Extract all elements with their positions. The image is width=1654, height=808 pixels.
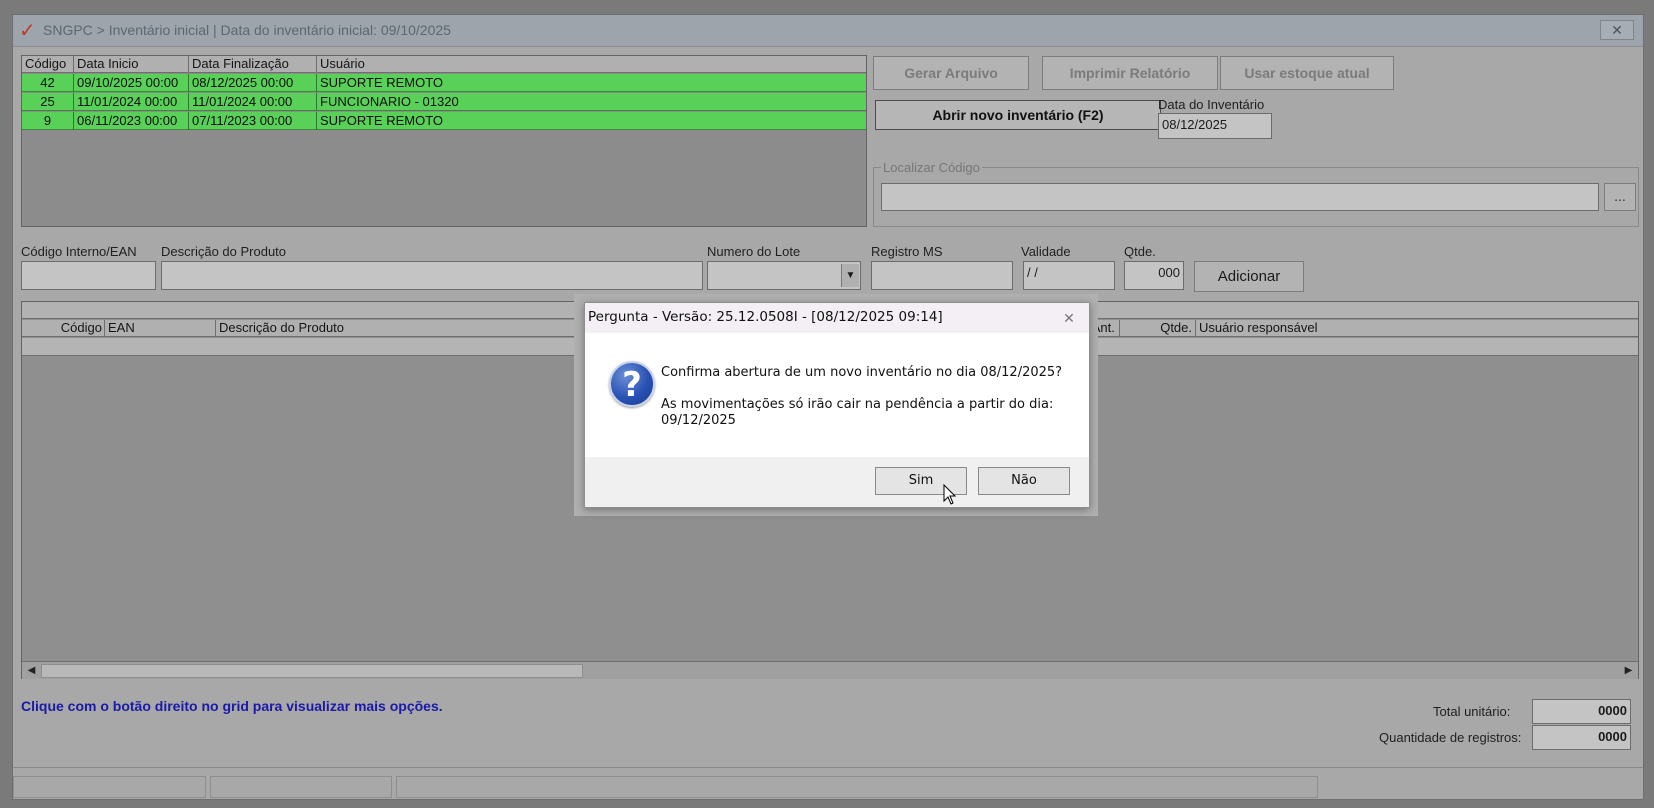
horizontal-scrollbar[interactable]: ◀ ▶ bbox=[22, 661, 1638, 679]
gerar-arquivo-button[interactable]: Gerar Arquivo bbox=[873, 56, 1029, 90]
status-panel bbox=[13, 776, 206, 798]
registro-ms-label: Registro MS bbox=[871, 244, 943, 259]
table-row[interactable]: 9 06/11/2023 00:00 07/11/2023 00:00 SUPO… bbox=[22, 112, 866, 130]
column-header-data-finalizacao[interactable]: Data Finalização bbox=[189, 56, 317, 73]
scroll-right-icon[interactable]: ▶ bbox=[1619, 662, 1638, 680]
localizar-browse-button[interactable]: ... bbox=[1604, 183, 1636, 211]
column-header-usuario-responsavel[interactable]: Usuário responsável bbox=[1196, 320, 1638, 337]
table-row[interactable]: 42 09/10/2025 00:00 08/12/2025 00:00 SUP… bbox=[22, 74, 866, 92]
table-row[interactable]: 25 11/01/2024 00:00 11/01/2024 00:00 FUN… bbox=[22, 93, 866, 111]
localizar-codigo-label: Localizar Código bbox=[881, 160, 982, 175]
question-icon: ? bbox=[609, 361, 655, 407]
confirm-dialog: Pergunta - Versão: 25.12.0508I - [08/12/… bbox=[584, 302, 1090, 508]
numero-lote-label: Numero do Lote bbox=[707, 244, 801, 259]
total-unitario-value: 0000 bbox=[1532, 699, 1631, 724]
data-inventario-field[interactable]: 08/12/2025 bbox=[1158, 113, 1272, 139]
title-bar: ✓ SNGPC > Inventário inicial | Data do i… bbox=[13, 15, 1643, 47]
validade-label: Validade bbox=[1021, 244, 1071, 259]
cell-data-inicio: 09/10/2025 00:00 bbox=[74, 74, 189, 92]
validade-input[interactable]: / / bbox=[1023, 261, 1115, 290]
localizar-codigo-input[interactable] bbox=[881, 183, 1599, 211]
dialog-close-icon[interactable]: ✕ bbox=[1058, 308, 1080, 328]
app-logo-icon: ✓ bbox=[19, 18, 36, 42]
dialog-message-line-3: 09/12/2025 bbox=[661, 413, 736, 428]
data-inventario-label: Data do Inventário bbox=[1158, 97, 1265, 112]
cell-usuario: SUPORTE REMOTO bbox=[320, 75, 444, 90]
dialog-footer: Sim Não bbox=[585, 457, 1089, 507]
quantidade-registros-label: Quantidade de registros: bbox=[1379, 730, 1522, 745]
inventory-grid[interactable]: Código Data Inicio Data Finalização Usuá… bbox=[21, 55, 867, 227]
total-unitario-label: Total unitário: bbox=[1433, 704, 1511, 719]
cell-data-finalizacao: 08/12/2025 00:00 bbox=[189, 74, 317, 92]
quantidade-registros-value: 0000 bbox=[1532, 725, 1631, 750]
inventory-grid-header: Código Data Inicio Data Finalização Usuá… bbox=[22, 56, 866, 73]
cell-data-finalizacao: 11/01/2024 00:00 bbox=[189, 93, 317, 111]
window-title: SNGPC > Inventário inicial | Data do inv… bbox=[43, 22, 451, 38]
qtde-label: Qtde. bbox=[1124, 244, 1156, 259]
chevron-down-icon[interactable]: ▼ bbox=[841, 264, 859, 287]
mouse-cursor-icon bbox=[943, 484, 957, 505]
adicionar-button[interactable]: Adicionar bbox=[1194, 261, 1304, 292]
column-header-codigo[interactable]: Código bbox=[22, 56, 74, 73]
registro-ms-input[interactable] bbox=[871, 261, 1013, 290]
dialog-title: Pergunta - Versão: 25.12.0508I - [08/12/… bbox=[588, 309, 943, 325]
status-bar bbox=[13, 767, 1643, 799]
column-header-usuario[interactable]: Usuário bbox=[317, 56, 866, 73]
grid-hint-text: Clique com o botão direito no grid para … bbox=[21, 698, 443, 714]
status-panel bbox=[396, 776, 1318, 798]
codigo-interno-label: Código Interno/EAN bbox=[21, 244, 137, 259]
descricao-produto-input[interactable] bbox=[161, 261, 703, 290]
column-header-ean[interactable]: EAN bbox=[105, 320, 216, 337]
usar-estoque-atual-button[interactable]: Usar estoque atual bbox=[1220, 56, 1394, 90]
cell-data-finalizacao: 07/11/2023 00:00 bbox=[189, 112, 317, 130]
cell-data-inicio: 11/01/2024 00:00 bbox=[74, 93, 189, 111]
cell-usuario: FUNCIONARIO - 01320 bbox=[320, 94, 459, 109]
scroll-left-icon[interactable]: ◀ bbox=[22, 662, 41, 680]
qtde-input[interactable]: 000 bbox=[1124, 261, 1184, 290]
column-header-codigo[interactable]: Código bbox=[22, 320, 105, 337]
scrollbar-thumb[interactable] bbox=[41, 664, 583, 678]
cell-usuario: SUPORTE REMOTO bbox=[320, 113, 444, 128]
dialog-title-bar: Pergunta - Versão: 25.12.0508I - [08/12/… bbox=[585, 303, 1089, 333]
dialog-message-line-1: Confirma abertura de um novo inventário … bbox=[661, 365, 1063, 380]
numero-lote-select[interactable]: ▼ bbox=[707, 261, 861, 290]
cell-data-inicio: 06/11/2023 00:00 bbox=[74, 112, 189, 130]
column-header-qtde[interactable]: Qtde. bbox=[1120, 320, 1196, 337]
abrir-novo-inventario-button[interactable]: Abrir novo inventário (F2) bbox=[875, 100, 1161, 130]
cell-codigo: 42 bbox=[22, 74, 74, 92]
nao-button[interactable]: Não bbox=[978, 467, 1070, 495]
imprimir-relatorio-button[interactable]: Imprimir Relatório bbox=[1042, 56, 1218, 90]
codigo-interno-input[interactable] bbox=[21, 261, 156, 290]
column-header-data-inicio[interactable]: Data Inicio bbox=[74, 56, 189, 73]
dialog-message-line-2: As movimentações só irão cair na pendênc… bbox=[661, 397, 1054, 412]
window-close-button[interactable]: ✕ bbox=[1600, 20, 1634, 40]
cell-codigo: 9 bbox=[22, 112, 74, 130]
cell-codigo: 25 bbox=[22, 93, 74, 111]
descricao-produto-label: Descrição do Produto bbox=[161, 244, 287, 259]
status-panel bbox=[210, 776, 392, 798]
